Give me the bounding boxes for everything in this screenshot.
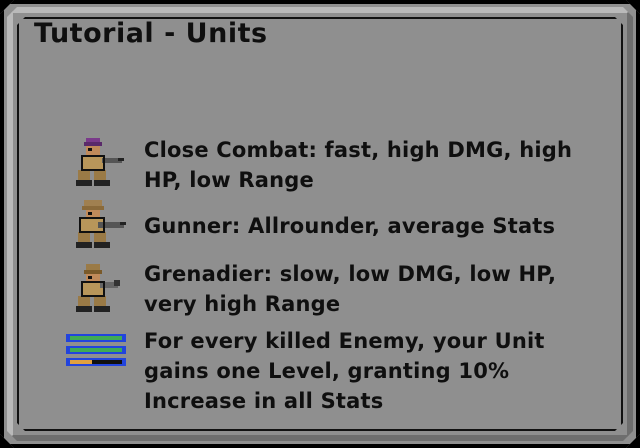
level-bars-icon — [66, 334, 126, 366]
levels-line1: For every killed Enemy, your Unit — [144, 329, 545, 353]
grenadier-soldier-icon — [76, 264, 120, 312]
levels-line2: gains one Level, granting 10% — [144, 359, 510, 383]
levels-line3: Increase in all Stats — [144, 389, 384, 413]
close-combat-soldier-icon — [76, 138, 124, 186]
panel-title: Tutorial - Units — [34, 18, 268, 49]
grenadier-line1: Grenadier: slow, low DMG, low HP, — [144, 262, 557, 286]
grenadier-line2: very high Range — [144, 292, 341, 316]
gunner-soldier-icon — [76, 200, 126, 248]
close-combat-line1: Close Combat: fast, high DMG, high — [144, 138, 573, 162]
close-combat-line2: HP, low Range — [144, 168, 314, 192]
gunner-line1: Gunner: Allrounder, average Stats — [144, 214, 556, 238]
